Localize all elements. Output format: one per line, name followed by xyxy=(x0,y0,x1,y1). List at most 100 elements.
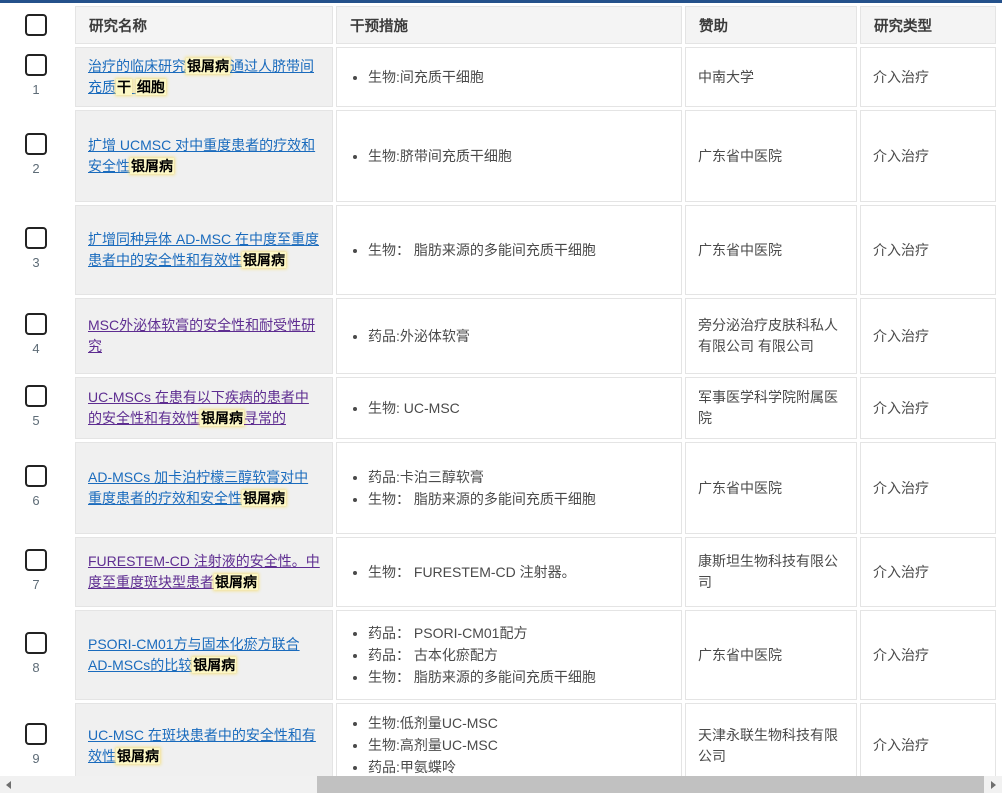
sponsor-text: 广东省中医院 xyxy=(698,480,782,496)
study-type-text: 介入治疗 xyxy=(873,564,929,580)
interventions-cell: 生物:间充质干细胞 xyxy=(336,47,682,107)
row-checkbox[interactable] xyxy=(25,632,47,654)
sponsor-cell: 旁分泌治疗皮肤科私人有限公司 有限公司 xyxy=(685,298,857,374)
study-link[interactable]: PSORI-CM01方与固本化瘀方联合AD-MSCs的比较银屑病 xyxy=(88,636,300,673)
study-type-text: 介入治疗 xyxy=(873,148,929,164)
study-link[interactable]: 扩增 UCMSC 对中重度患者的疗效和安全性银屑病 xyxy=(88,137,315,174)
sponsor-text: 广东省中医院 xyxy=(698,647,782,663)
intervention-list: 生物:间充质干细胞 xyxy=(349,67,669,88)
header-row: 研究名称 干预措施 赞助 研究类型 xyxy=(0,6,996,44)
intervention-item: 药品:外泌体软膏 xyxy=(368,326,669,347)
row-number: 8 xyxy=(32,657,39,678)
row-select-cell: 3 xyxy=(0,205,72,295)
study-title-text: 寻常的 xyxy=(244,410,286,426)
intervention-item: 药品： 古本化瘀配方 xyxy=(368,645,669,666)
study-type-cell: 介入治疗 xyxy=(860,47,996,107)
studies-table: 研究名称 干预措施 赞助 研究类型 1 治疗的临床研究银屑病通过人脐带间充质干 … xyxy=(0,3,999,791)
study-type-cell: 介入治疗 xyxy=(860,442,996,534)
table-row: 5 UC-MSCs 在患有以下疾病的患者中的安全性和有效性银屑病寻常的 生物: … xyxy=(0,377,996,439)
table-row: 3 扩增同种异体 AD-MSC 在中度至重度患者中的安全性和有效性银屑病 生物：… xyxy=(0,205,996,295)
study-type-text: 介入治疗 xyxy=(873,69,929,85)
sponsor-cell: 康斯坦生物科技有限公司 xyxy=(685,537,857,607)
intervention-list: 生物： FURESTEM-CD 注射器。 xyxy=(349,562,669,583)
col-header-sponsor: 赞助 xyxy=(685,6,857,44)
sponsor-cell: 中南大学 xyxy=(685,47,857,107)
row-number: 7 xyxy=(32,574,39,595)
select-all-checkbox[interactable] xyxy=(25,14,47,36)
search-term-highlight: 银屑病 xyxy=(192,657,236,673)
study-name-cell: 扩增同种异体 AD-MSC 在中度至重度患者中的安全性和有效性银屑病 xyxy=(75,205,333,295)
row-checkbox[interactable] xyxy=(25,385,47,407)
col-header-study-name: 研究名称 xyxy=(75,6,333,44)
study-type-cell: 介入治疗 xyxy=(860,537,996,607)
col-header-interventions: 干预措施 xyxy=(336,6,682,44)
intervention-item: 生物: UC-MSC xyxy=(368,398,669,419)
interventions-cell: 药品： PSORI-CM01配方药品： 古本化瘀配方生物： 脂肪来源的多能间充质… xyxy=(336,610,682,700)
study-title-text: 扩增 UCMSC 对中重度患者的疗效和安全性 xyxy=(88,137,315,174)
study-name-cell: AD-MSCs 加卡泊柠檬三醇软膏对中重度患者的疗效和安全性银屑病 xyxy=(75,442,333,534)
study-link[interactable]: 扩增同种异体 AD-MSC 在中度至重度患者中的安全性和有效性银屑病 xyxy=(88,231,319,268)
scroll-right-icon xyxy=(991,781,996,789)
scroll-right-button[interactable] xyxy=(985,776,1002,793)
study-link[interactable]: UC-MSC 在斑块患者中的安全性和有效性银屑病 xyxy=(88,727,316,764)
intervention-list: 生物: UC-MSC xyxy=(349,398,669,419)
results-table-container: 研究名称 干预措施 赞助 研究类型 1 治疗的临床研究银屑病通过人脐带间充质干 … xyxy=(0,0,1002,791)
row-checkbox[interactable] xyxy=(25,465,47,487)
sponsor-text: 康斯坦生物科技有限公司 xyxy=(698,553,838,590)
intervention-item: 生物:脐带间充质干细胞 xyxy=(368,146,669,167)
search-term-highlight: 细胞 xyxy=(136,79,166,95)
sponsor-text: 中南大学 xyxy=(698,69,754,85)
row-checkbox[interactable] xyxy=(25,54,47,76)
row-checkbox[interactable] xyxy=(25,227,47,249)
study-type-text: 介入治疗 xyxy=(873,400,929,416)
study-name-cell: 治疗的临床研究银屑病通过人脐带间充质干 细胞 xyxy=(75,47,333,107)
col-header-study-type: 研究类型 xyxy=(860,6,996,44)
interventions-cell: 生物:脐带间充质干细胞 xyxy=(336,110,682,202)
horizontal-scrollbar[interactable] xyxy=(0,776,1002,793)
intervention-item: 药品:卡泊三醇软膏 xyxy=(368,467,669,488)
study-type-text: 介入治疗 xyxy=(873,647,929,663)
sponsor-cell: 广东省中医院 xyxy=(685,110,857,202)
sponsor-text: 天津永联生物科技有限公司 xyxy=(698,727,838,764)
table-row: 4 MSC外泌体软膏的安全性和耐受性研究 药品:外泌体软膏 旁分泌治疗皮肤科私人… xyxy=(0,298,996,374)
intervention-list: 生物： 脂肪来源的多能间充质干细胞 xyxy=(349,240,669,261)
row-select-cell: 2 xyxy=(0,110,72,202)
intervention-list: 生物:低剂量UC-MSC生物:高剂量UC-MSC药品:甲氨蝶呤 xyxy=(349,713,669,778)
row-number: 3 xyxy=(32,252,39,273)
sponsor-text: 旁分泌治疗皮肤科私人有限公司 有限公司 xyxy=(698,317,838,354)
row-number: 2 xyxy=(32,158,39,179)
row-checkbox[interactable] xyxy=(25,549,47,571)
search-term-highlight: 银屑病 xyxy=(116,748,160,764)
table-row: 1 治疗的临床研究银屑病通过人脐带间充质干 细胞 生物:间充质干细胞 中南大学 … xyxy=(0,47,996,107)
study-link[interactable]: FURESTEM-CD 注射液的安全性。中度至重度斑块型患者银屑病 xyxy=(88,553,320,590)
study-type-cell: 介入治疗 xyxy=(860,205,996,295)
study-name-cell: PSORI-CM01方与固本化瘀方联合AD-MSCs的比较银屑病 xyxy=(75,610,333,700)
scroll-left-button[interactable] xyxy=(0,776,17,793)
study-title-text: MSC外泌体软膏的安全性和耐受性研究 xyxy=(88,317,315,354)
intervention-list: 生物:脐带间充质干细胞 xyxy=(349,146,669,167)
study-type-cell: 介入治疗 xyxy=(860,298,996,374)
study-type-cell: 介入治疗 xyxy=(860,377,996,439)
study-title-text: FURESTEM-CD 注射液的安全性。中度至重度斑块型患者 xyxy=(88,553,320,590)
horizontal-scrollbar-thumb[interactable] xyxy=(317,776,984,793)
intervention-item: 药品:甲氨蝶呤 xyxy=(368,757,669,778)
row-checkbox[interactable] xyxy=(25,723,47,745)
row-number: 5 xyxy=(32,410,39,431)
interventions-cell: 药品:外泌体软膏 xyxy=(336,298,682,374)
study-name-cell: MSC外泌体软膏的安全性和耐受性研究 xyxy=(75,298,333,374)
row-select-cell: 8 xyxy=(0,610,72,700)
study-link[interactable]: AD-MSCs 加卡泊柠檬三醇软膏对中重度患者的疗效和安全性银屑病 xyxy=(88,469,308,506)
row-checkbox[interactable] xyxy=(25,313,47,335)
sponsor-text: 军事医学科学院附属医院 xyxy=(698,389,838,426)
table-row: 7 FURESTEM-CD 注射液的安全性。中度至重度斑块型患者银屑病 生物： … xyxy=(0,537,996,607)
row-number: 1 xyxy=(32,79,39,100)
row-checkbox[interactable] xyxy=(25,133,47,155)
study-link[interactable]: UC-MSCs 在患有以下疾病的患者中的安全性和有效性银屑病寻常的 xyxy=(88,389,309,426)
study-type-text: 介入治疗 xyxy=(873,242,929,258)
study-type-cell: 介入治疗 xyxy=(860,110,996,202)
search-term-highlight: 银屑病 xyxy=(242,490,286,506)
study-link[interactable]: 治疗的临床研究银屑病通过人脐带间充质干 细胞 xyxy=(88,58,314,95)
row-select-cell: 7 xyxy=(0,537,72,607)
scroll-left-icon xyxy=(6,781,11,789)
study-link[interactable]: MSC外泌体软膏的安全性和耐受性研究 xyxy=(88,317,315,354)
